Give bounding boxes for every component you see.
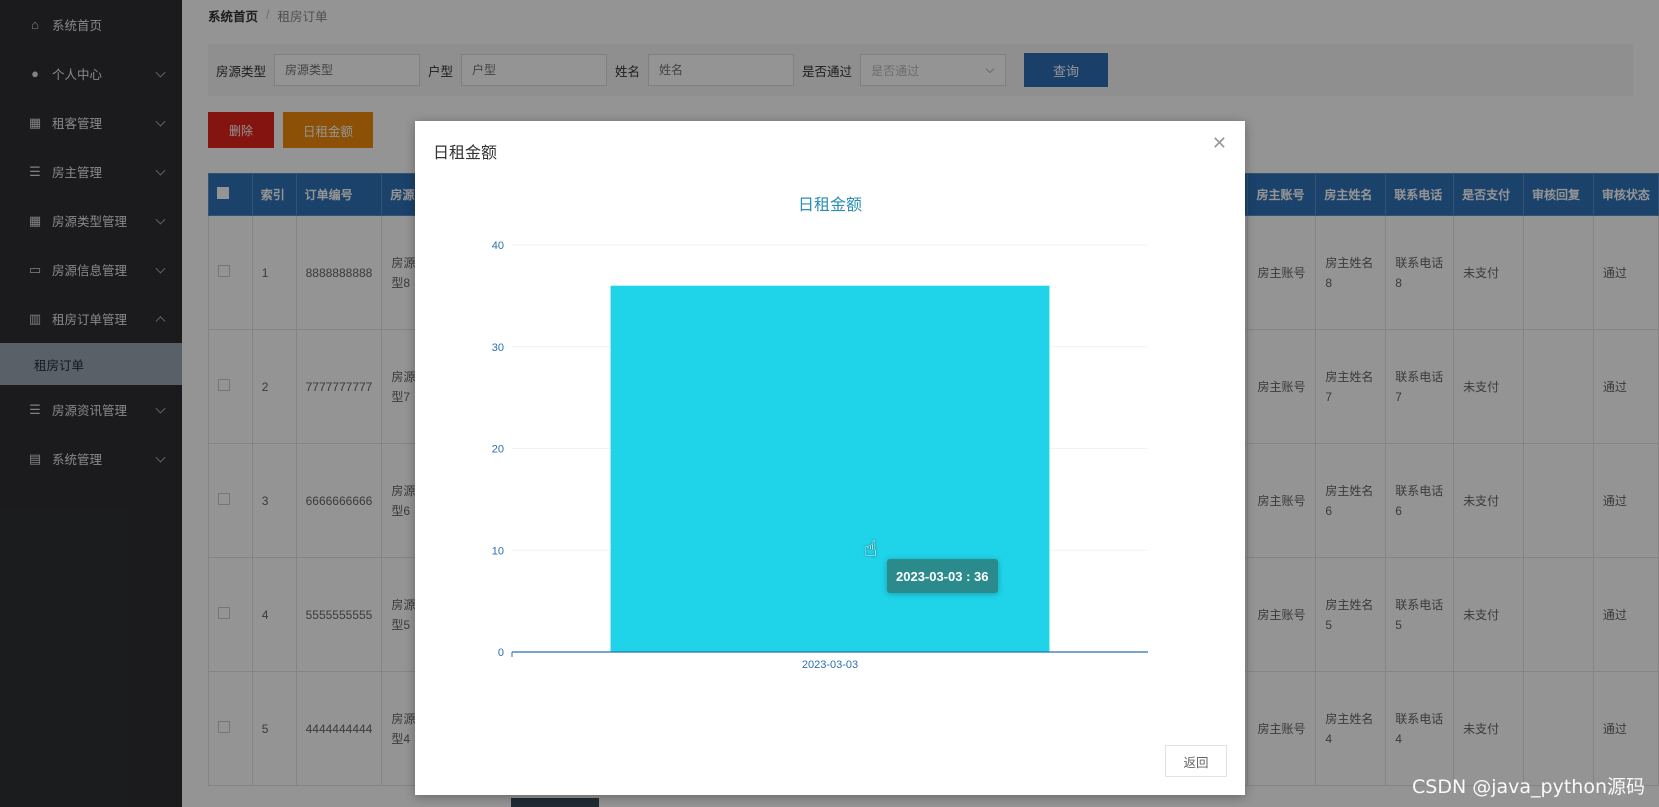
y-tick-label: 0 — [498, 647, 504, 659]
back-button[interactable]: 返回 — [1165, 745, 1227, 777]
y-tick-label: 20 — [492, 444, 504, 456]
x-tick-label: 2023-03-03 — [802, 659, 858, 671]
bar — [610, 285, 1050, 652]
hand-cursor-icon: ☝ — [864, 536, 878, 561]
y-tick-label: 40 — [492, 240, 504, 252]
y-tick-label: 30 — [492, 342, 504, 354]
watermark: CSDN @java_python源码 — [1412, 776, 1645, 798]
bar-chart: 日租金额 0 10 20 30 40 2023-03-03 — [492, 196, 1148, 671]
y-tick-label: 10 — [492, 545, 504, 557]
chart-title: 日租金额 — [798, 196, 862, 214]
chart-tooltip: 2023-03-03 : 36 — [887, 559, 998, 593]
chart-modal: 日租金额 ✕ 日租金额 0 10 20 30 40 2023-03-03 返回 — [415, 121, 1245, 795]
